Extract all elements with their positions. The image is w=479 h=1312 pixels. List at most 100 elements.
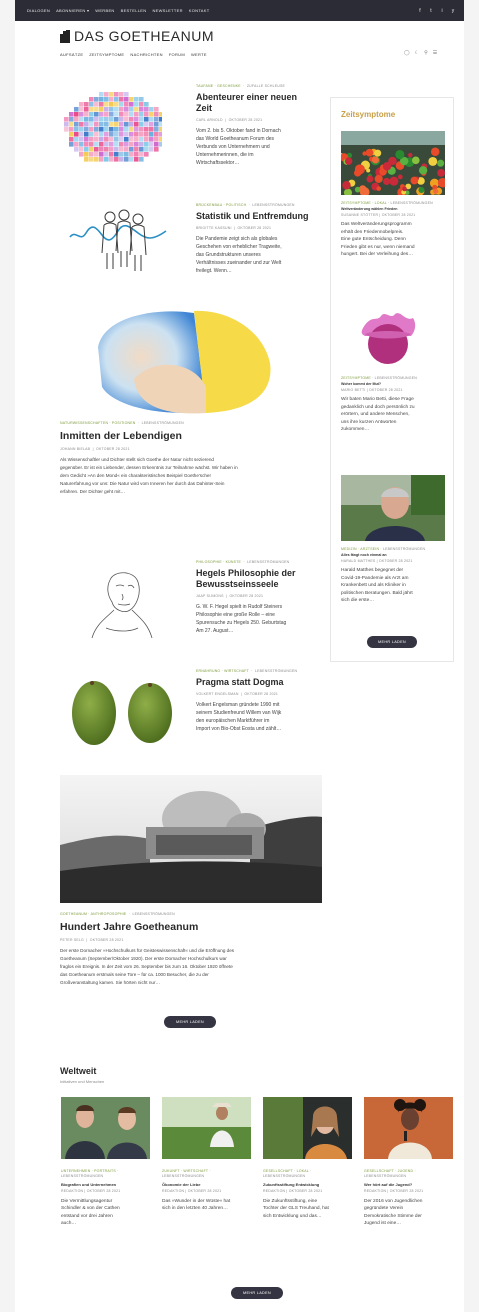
sidebar-category[interactable]: ZEITSYMPTOME	[341, 376, 371, 380]
article-image-line-drawing[interactable]	[68, 203, 168, 273]
article-card-5[interactable]: ERNÄHRUNG · WIRTSCHAFT · LEBENSSTRÖMUNGE…	[196, 669, 320, 733]
weltweit-image-farmer[interactable]	[162, 1097, 251, 1159]
weltweit-item-title[interactable]: Wer hört auf die Jugend?	[364, 1182, 453, 1187]
top-menu-abonnieren[interactable]: ABONNIEREN	[56, 8, 89, 13]
article-author[interactable]: CARL ARNOLD	[196, 118, 223, 122]
weltweit-card-3[interactable]: GESELLSCHAFT · LOKAL · LEBENSSTRÖMUNGEN …	[263, 1097, 352, 1220]
weltweit-tag[interactable]: LEBENSSTRÖMUNGEN	[162, 1174, 204, 1178]
article-image-watercolor[interactable]	[94, 307, 274, 415]
menu-icon[interactable]: ☰	[433, 50, 437, 56]
top-menu-dialogen[interactable]: DIALOGEN	[27, 8, 50, 13]
weltweit-author[interactable]: REDAKTION	[364, 1189, 386, 1193]
article-author[interactable]: VOLKERT ENGELSMAN	[196, 692, 239, 696]
sidebar-image-flower[interactable]	[357, 310, 419, 368]
sidebar-tag[interactable]: LEBENSSTRÖMUNGEN	[375, 376, 417, 380]
weltweit-item-title[interactable]: Biografien und Unternehmen	[61, 1182, 150, 1187]
sidebar-image-portrait[interactable]	[341, 475, 445, 541]
sidebar-category[interactable]: MEDIZIN · ARZTSEIN	[341, 547, 379, 551]
article-title[interactable]: Abenteurer einer neuen Zeit	[196, 92, 316, 114]
weltweit-tag[interactable]: LEBENSSTRÖMUNGEN	[61, 1174, 103, 1178]
article-author[interactable]: JAAP SIJMONS	[196, 594, 224, 598]
article-category[interactable]: BRÜCKENBAU · POLITISCH	[196, 203, 246, 207]
weltweit-image-woman-portrait[interactable]	[263, 1097, 352, 1159]
weltweit-item-title[interactable]: Zukunftsstiftung Entwicklung	[263, 1182, 352, 1187]
article-card-4[interactable]: PHILOSOPHIE · KÜNSTE · LEBENSSTRÖMUNGEN …	[196, 560, 320, 635]
article-category[interactable]: PHILOSOPHIE · KÜNSTE	[196, 560, 241, 564]
weltweit-image-two-men[interactable]	[61, 1097, 150, 1159]
sidebar-item-3[interactable]: MEDIZIN · ARZTSEIN · LEBENSSTRÖMUNGEN Al…	[341, 547, 445, 605]
weltweit-category[interactable]: ZUKUNFT · WIRTSCHAFT	[162, 1169, 208, 1173]
moon-icon[interactable]: ☾	[415, 50, 419, 56]
article-card-2[interactable]: BRÜCKENBAU · POLITISCH · LEBENSSTRÖMUNGE…	[196, 203, 316, 275]
article-title[interactable]: Inmitten der Lebendigen	[60, 430, 322, 443]
weltweit-category[interactable]: UNTERNEHMEN · PORTRAITS	[61, 1169, 116, 1173]
article-category[interactable]: NATURWISSENSCHAFTEN · POSITIONEN	[60, 421, 136, 425]
sidebar-author[interactable]: SUSANNE STÖTTER	[341, 213, 378, 217]
article-image-hegel-sketch[interactable]	[86, 568, 156, 642]
article-tag[interactable]: ZUFALLE SCHLEUSE	[247, 84, 285, 88]
nav-zeitsymptome[interactable]: ZEITSYMPTOME	[89, 52, 124, 57]
sidebar-image-market[interactable]	[341, 131, 445, 195]
article-image-mosaic[interactable]	[64, 92, 162, 162]
sidebar-item-title[interactable]: Alles fängt noch einmal an	[341, 553, 445, 557]
weltweit-author[interactable]: REDAKTION	[162, 1189, 184, 1193]
user-icon[interactable]: ◯	[404, 50, 410, 56]
weltweit-tag[interactable]: LEBENSSTRÖMUNGEN	[263, 1174, 305, 1178]
sidebar-author[interactable]: MARIO BETTI	[341, 388, 366, 392]
weltweit-load-more-button[interactable]: MEHR LADEN	[231, 1287, 283, 1299]
sidebar-tag[interactable]: LEBENSSTRÖMUNGEN	[383, 547, 425, 551]
weltweit-tag[interactable]: LEBENSSTRÖMUNGEN	[364, 1174, 406, 1178]
article-author[interactable]: BRIGITTE KASSUNI	[196, 226, 232, 230]
sidebar-author[interactable]: HARALD MATTHES	[341, 559, 375, 563]
article-category[interactable]: GOETHEANUM · ANTHROPOSOPHIE	[60, 912, 126, 916]
article-title[interactable]: Pragma statt Dogma	[196, 677, 320, 688]
article-card-1[interactable]: TAUFANE · GESCHENKE · ZUFALLE SCHLEUSE A…	[196, 84, 316, 167]
weltweit-image-young-speaker[interactable]	[364, 1097, 453, 1159]
article-tag[interactable]: LEBENSSTRÖMUNGEN	[142, 421, 184, 425]
weltweit-author[interactable]: REDAKTION	[263, 1189, 285, 1193]
sidebar-item-1[interactable]: ZEITSYMPTOME · LOKAL · LEBENSSTRÖMUNGEN …	[341, 201, 445, 259]
instagram-icon[interactable]: i	[439, 8, 445, 14]
site-logo[interactable]: DAS GOETHEANUM	[60, 28, 214, 44]
weltweit-card-1[interactable]: UNTERNEHMEN · PORTRAITS · LEBENSSTRÖMUNG…	[61, 1097, 150, 1228]
sidebar-category[interactable]: ZEITSYMPTOME · LOKAL	[341, 201, 387, 205]
nav-nachrichten[interactable]: NACHRICHTEN	[130, 52, 162, 57]
article-card-6[interactable]: GOETHEANUM · ANTHROPOSOPHIE · LEBENSSTRÖ…	[60, 912, 322, 987]
weltweit-card-2[interactable]: ZUKUNFT · WIRTSCHAFT · LEBENSSTRÖMUNGEN …	[162, 1097, 251, 1213]
top-menu-kontakt[interactable]: KONTAKT	[189, 8, 210, 13]
article-title[interactable]: Hundert Jahre Goetheanum	[60, 921, 322, 934]
nav-werte[interactable]: WERTE	[191, 52, 207, 57]
sidebar-load-more-button[interactable]: MEHR LADEN	[367, 636, 417, 648]
facebook-icon[interactable]: f	[417, 8, 423, 14]
top-menu-bestellen[interactable]: BESTELLEN	[121, 8, 147, 13]
sidebar-item-2[interactable]: ZEITSYMPTOME · LEBENSSTRÖMUNGEN Woher ko…	[341, 376, 445, 434]
weltweit-category[interactable]: GESELLSCHAFT · LOKAL	[263, 1169, 309, 1173]
nav-forum[interactable]: FORUM	[169, 52, 185, 57]
youtube-icon[interactable]: y	[450, 8, 456, 14]
article-category[interactable]: TAUFANE · GESCHENKE	[196, 84, 241, 88]
article-author[interactable]: JOHANN BIELAB	[60, 447, 90, 451]
top-menu-werben[interactable]: WERBEN	[95, 8, 114, 13]
article-tag[interactable]: LEBENSSTRÖMUNGEN	[252, 203, 294, 207]
weltweit-author[interactable]: REDAKTION	[61, 1189, 83, 1193]
article-tag[interactable]: LEBENSSTRÖMUNGEN	[255, 669, 297, 673]
article-tag[interactable]: LEBENSSTRÖMUNGEN	[133, 912, 175, 916]
article-title[interactable]: Statistik und Entfremdung	[196, 211, 316, 222]
article-tag[interactable]: LEBENSSTRÖMUNGEN	[247, 560, 289, 564]
search-icon[interactable]: ⚲	[424, 50, 428, 56]
weltweit-category[interactable]: GESELLSCHAFT · JUGEND	[364, 1169, 413, 1173]
weltweit-card-4[interactable]: GESELLSCHAFT · JUGEND · LEBENSSTRÖMUNGEN…	[364, 1097, 453, 1228]
top-menu-newsletter[interactable]: NEWSLETTER	[152, 8, 182, 13]
article-category[interactable]: ERNÄHRUNG · WIRTSCHAFT	[196, 669, 249, 673]
load-more-button[interactable]: MEHR LADEN	[164, 1016, 216, 1028]
twitter-icon[interactable]: t	[428, 8, 434, 14]
article-card-3[interactable]: NATURWISSENSCHAFTEN · POSITIONEN · LEBEN…	[60, 421, 322, 496]
weltweit-item-title[interactable]: Ökonomie der Liebe	[162, 1182, 251, 1187]
article-title[interactable]: Hegels Philosophie der Bewusstseinsseele	[196, 568, 320, 590]
article-image-avocados[interactable]	[66, 673, 178, 749]
nav-aufsaetze[interactable]: AUFSÄTZE	[60, 52, 83, 57]
sidebar-tag[interactable]: LEBENSSTRÖMUNGEN	[391, 201, 433, 205]
sidebar-item-title[interactable]: Woher kommt der Mut?	[341, 382, 445, 386]
article-author[interactable]: PETER SELG	[60, 938, 84, 942]
sidebar-item-title[interactable]: Weltveränderung wählen Frieden	[341, 207, 445, 211]
